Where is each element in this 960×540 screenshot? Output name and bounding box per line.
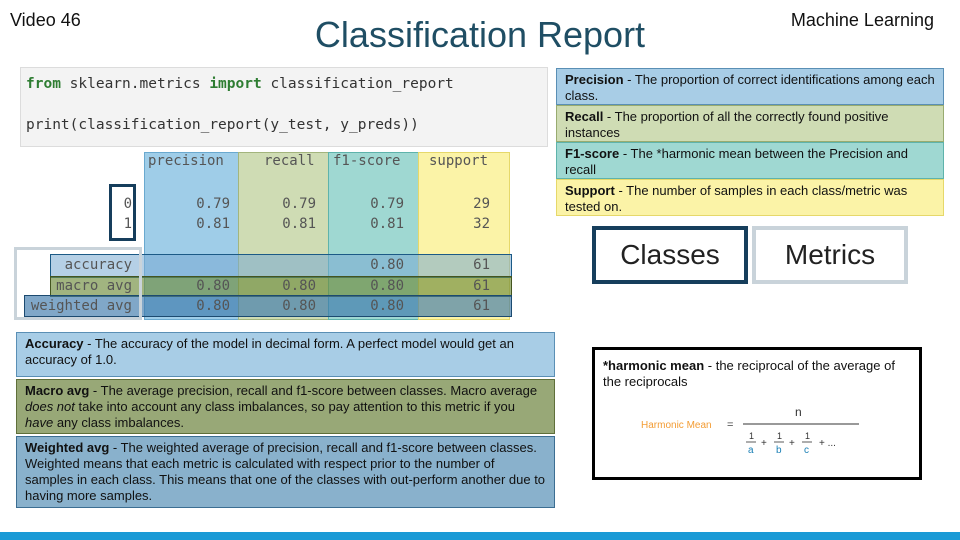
code-line-import: from sklearn.metrics import classificati… xyxy=(26,76,454,92)
macro-support: 61 xyxy=(473,278,490,294)
header-precision: precision xyxy=(148,153,224,169)
header-recall: recall xyxy=(264,153,315,169)
formula-b: b xyxy=(776,445,782,456)
macro-text-3: any class imbalances. xyxy=(53,415,184,430)
code-module: sklearn.metrics xyxy=(60,76,210,92)
code-block: from sklearn.metrics import classificati… xyxy=(20,67,548,147)
accuracy-f1: 0.80 xyxy=(370,257,404,273)
keyword-import: import xyxy=(209,76,262,92)
recall-term: Recall xyxy=(565,109,604,124)
formula-plus-2: + xyxy=(789,438,795,449)
cell-0-f1: 0.79 xyxy=(370,196,404,212)
macro-label: macro avg xyxy=(56,278,132,294)
formula-plus-1: + xyxy=(761,438,767,449)
formula-equals: = xyxy=(727,419,733,431)
classes-outline-box xyxy=(109,184,136,241)
header-f1-score: f1-score xyxy=(333,153,401,169)
macro-recall: 0.80 xyxy=(282,278,316,294)
weighted-note: Weighted avg - The weighted average of p… xyxy=(16,436,555,508)
cell-0-precision: 0.79 xyxy=(196,196,230,212)
harmonic-mean-box: *harmonic mean - the reciprocal of the a… xyxy=(592,347,922,480)
weighted-f1: 0.80 xyxy=(370,298,404,314)
formula-label: Harmonic Mean xyxy=(641,420,712,431)
formula-one-c: 1 xyxy=(805,431,810,441)
harmonic-mean-formula: Harmonic Mean = n 1 a + 1 b + 1 c + ... xyxy=(641,405,859,456)
formula-a: a xyxy=(748,445,754,456)
formula-dots: + ... xyxy=(819,438,836,449)
metrics-label: Metrics xyxy=(752,226,908,284)
cell-0-support: 29 xyxy=(473,196,490,212)
f1-term: F1-score xyxy=(565,146,620,161)
macro-term: Macro avg xyxy=(25,383,90,398)
cell-1-precision: 0.81 xyxy=(196,216,230,232)
cell-1-f1: 0.81 xyxy=(370,216,404,232)
accuracy-note: Accuracy - The accuracy of the model in … xyxy=(16,332,555,377)
support-text: - The number of samples in each class/me… xyxy=(565,183,908,214)
macro-f1: 0.80 xyxy=(370,278,404,294)
macro-emphasis-1: does not xyxy=(25,399,75,414)
formula-one-a: 1 xyxy=(749,431,754,441)
accuracy-text: - The accuracy of the model in decimal f… xyxy=(25,336,514,367)
formula-one-b: 1 xyxy=(777,431,782,441)
macro-emphasis-2: have xyxy=(25,415,54,430)
f1-definition: F1-score - The *harmonic mean between th… xyxy=(556,142,944,179)
classes-label: Classes xyxy=(592,226,748,284)
support-term: Support xyxy=(565,183,615,198)
recall-definition: Recall - The proportion of all the corre… xyxy=(556,105,944,142)
formula-numerator: n xyxy=(795,405,802,419)
accuracy-label: accuracy xyxy=(64,257,132,273)
weighted-precision: 0.80 xyxy=(196,298,230,314)
recall-text: - The proportion of all the correctly fo… xyxy=(565,109,889,140)
accuracy-term: Accuracy xyxy=(25,336,84,351)
header-support: support xyxy=(429,153,489,169)
cell-1-support: 32 xyxy=(473,216,490,232)
weighted-label: weighted avg xyxy=(30,298,132,314)
formula-c: c xyxy=(804,445,809,456)
support-definition: Support - The number of samples in each … xyxy=(556,179,944,216)
weighted-support: 61 xyxy=(473,298,490,314)
class-label-1: 1 xyxy=(123,216,132,232)
weighted-recall: 0.80 xyxy=(282,298,316,314)
macro-note: Macro avg - The average precision, recal… xyxy=(16,379,555,434)
weighted-term: Weighted avg xyxy=(25,440,110,455)
precision-term: Precision xyxy=(565,72,624,87)
accuracy-support: 61 xyxy=(473,257,490,273)
macro-precision: 0.80 xyxy=(196,278,230,294)
class-label-0: 0 xyxy=(123,196,132,212)
macro-text-1: - The average precision, recall and f1-s… xyxy=(89,383,538,398)
cell-0-recall: 0.79 xyxy=(282,196,316,212)
code-function: classification_report xyxy=(261,76,454,92)
precision-definition: Precision - The proportion of correct id… xyxy=(556,68,944,105)
bottom-accent-bar xyxy=(0,532,960,540)
cell-1-recall: 0.81 xyxy=(282,216,316,232)
macro-text-2: take into account any class imbalances, … xyxy=(74,399,515,414)
series-label: Machine Learning xyxy=(790,10,934,30)
code-line-print: print(classification_report(y_test, y_pr… xyxy=(26,117,419,133)
keyword-from: from xyxy=(26,76,61,92)
